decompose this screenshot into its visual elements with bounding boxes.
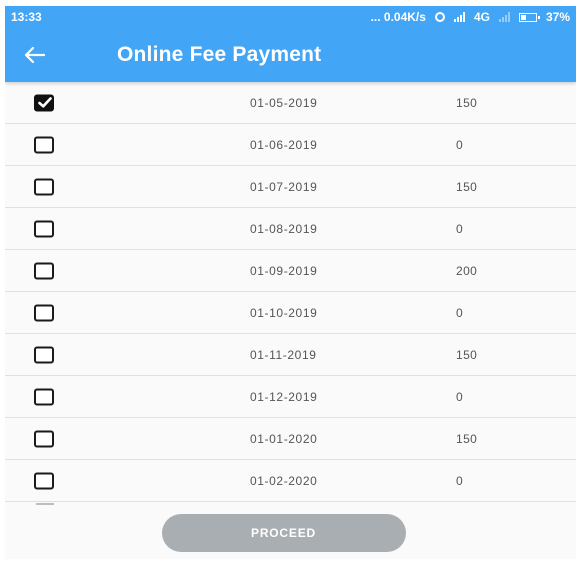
- fee-checkbox[interactable]: [34, 262, 54, 279]
- checkbox-partial: [36, 503, 54, 505]
- proceed-button[interactable]: PROCEED: [161, 514, 406, 552]
- signal-icon: [453, 12, 465, 22]
- network-type: 4G: [473, 10, 490, 24]
- app-bar: Online Fee Payment: [5, 28, 576, 82]
- fee-row[interactable]: 01-05-2019 150: [5, 82, 576, 124]
- fee-checkbox[interactable]: [34, 220, 54, 237]
- fee-checkbox[interactable]: [34, 346, 54, 363]
- fee-row[interactable]: 01-10-2019 0: [5, 292, 576, 334]
- fee-amount: 0: [456, 389, 464, 404]
- fee-amount: 0: [456, 473, 464, 488]
- fee-date: 01-12-2019: [250, 389, 318, 404]
- arrow-left-icon: [24, 46, 46, 64]
- signal-icon-dim: [498, 12, 510, 22]
- fee-row[interactable]: 01-11-2019 150: [5, 334, 576, 376]
- fee-checkbox[interactable]: [34, 472, 54, 489]
- battery-level: 37%: [545, 10, 570, 24]
- fee-row[interactable]: 01-08-2019 0: [5, 208, 576, 250]
- fee-date: 01-09-2019: [250, 263, 318, 278]
- fee-row[interactable]: 01-09-2019 200: [5, 250, 576, 292]
- fee-amount: 0: [456, 221, 464, 236]
- fee-row[interactable]: 01-07-2019 150: [5, 166, 576, 208]
- alarm-icon: [434, 12, 445, 22]
- footer: PROCEED: [5, 509, 576, 559]
- fee-amount: 150: [456, 431, 478, 446]
- fee-amount: 200: [456, 263, 478, 278]
- fee-row[interactable]: 01-02-2020 0: [5, 460, 576, 502]
- check-icon: [38, 96, 52, 108]
- fee-amount: 150: [456, 179, 478, 194]
- network-speed: ... 0.04K/s: [370, 10, 426, 24]
- fee-checkbox[interactable]: [34, 388, 54, 405]
- fee-amount: 150: [456, 95, 478, 110]
- fee-checkbox[interactable]: [34, 304, 54, 321]
- fee-list: 01-05-2019 150 01-06-2019 0 01-07-2019 150 01-…: [5, 82, 576, 502]
- fee-date: 01-02-2020: [250, 473, 318, 488]
- phone-screen: 13:33 ... 0.04K/s 4G 37% Online Fee Paym…: [5, 6, 576, 559]
- fee-row[interactable]: 01-06-2019 0: [5, 124, 576, 166]
- fee-amount: 0: [456, 137, 464, 152]
- fee-checkbox[interactable]: [34, 178, 54, 195]
- fee-checkbox[interactable]: [34, 430, 54, 447]
- battery-icon: [518, 12, 540, 22]
- page-title: Online Fee Payment: [117, 43, 322, 66]
- fee-date: 01-05-2019: [250, 95, 318, 110]
- fee-checkbox[interactable]: [34, 94, 54, 111]
- fee-date: 01-07-2019: [250, 179, 318, 194]
- fee-date: 01-11-2019: [250, 347, 317, 362]
- status-time: 13:33: [11, 10, 42, 24]
- status-icons: ... 0.04K/s 4G 37%: [371, 10, 570, 24]
- fee-date: 01-10-2019: [250, 305, 318, 320]
- fee-date: 01-01-2020: [250, 431, 318, 446]
- fee-row[interactable]: 01-12-2019 0: [5, 376, 576, 418]
- fee-amount: 0: [456, 305, 464, 320]
- fee-amount: 150: [456, 347, 478, 362]
- fee-row[interactable]: 01-01-2020 150: [5, 418, 576, 460]
- status-bar: 13:33 ... 0.04K/s 4G 37%: [5, 6, 576, 28]
- back-button[interactable]: [5, 28, 65, 82]
- fee-date: 01-08-2019: [250, 221, 318, 236]
- fee-date: 01-06-2019: [250, 137, 318, 152]
- fee-checkbox[interactable]: [34, 136, 54, 153]
